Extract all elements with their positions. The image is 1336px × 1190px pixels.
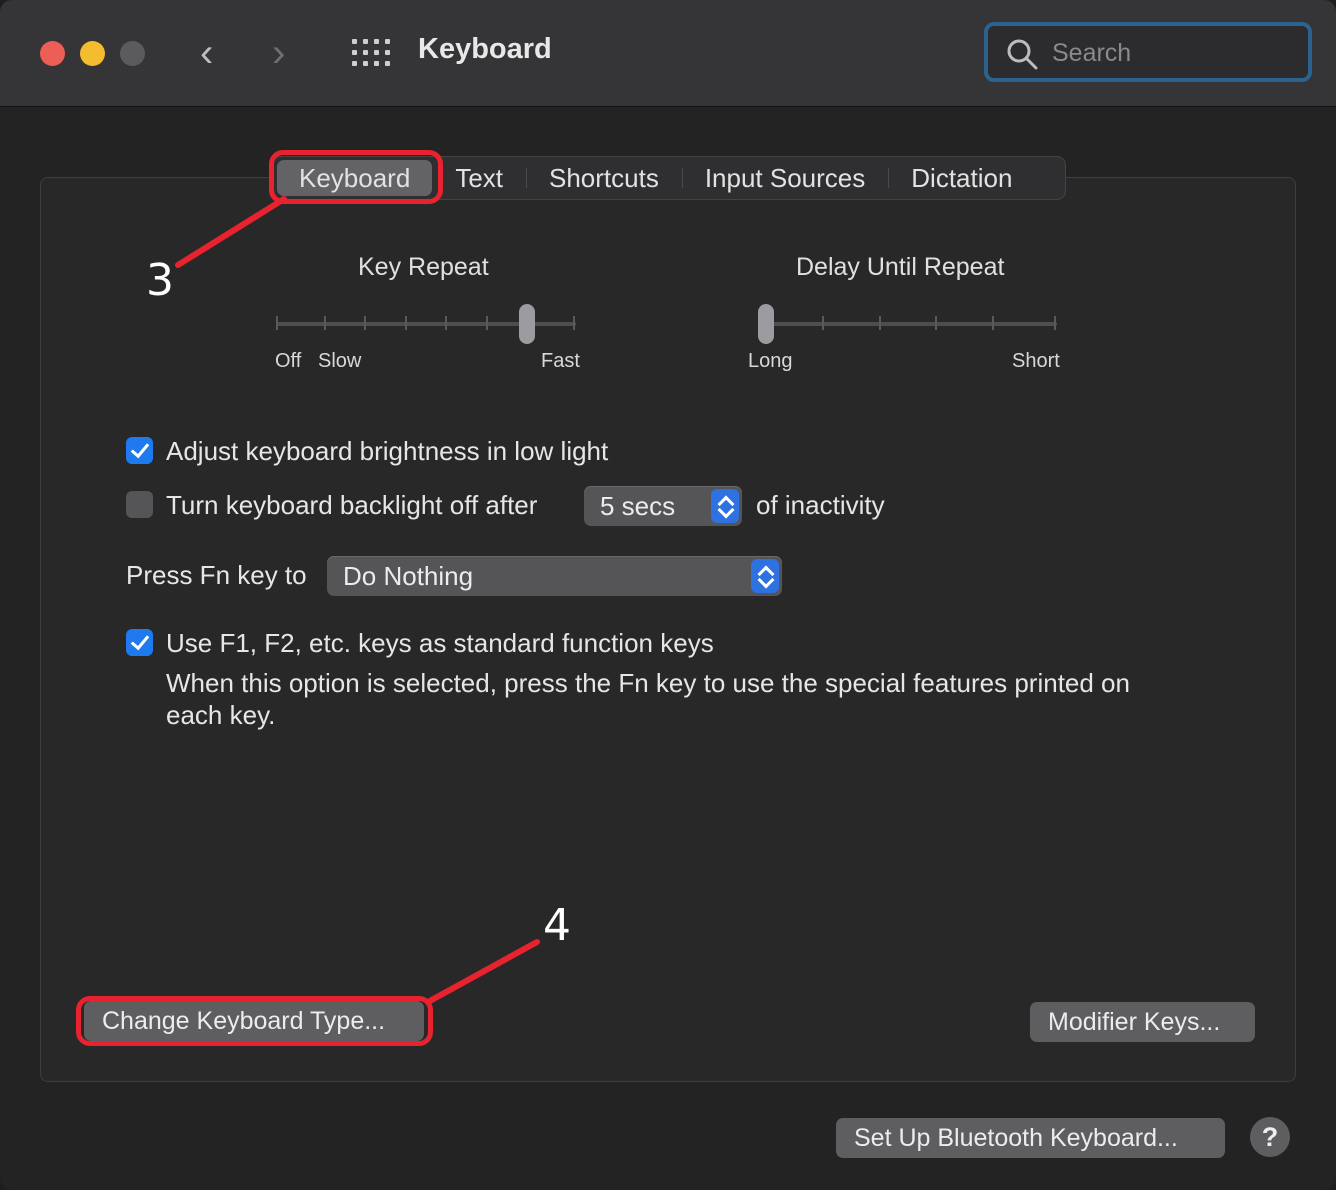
step3-pointer-line: [175, 196, 287, 268]
keyboard-preferences-window: ‹ › Keyboard Keyboard Text Shortcuts Inp…: [0, 0, 1336, 1190]
step3-number: 3: [146, 255, 174, 306]
step4-number: 4: [543, 900, 571, 951]
step4-pointer-line: [425, 939, 540, 1005]
annotation-arrows: [175, 196, 540, 1005]
